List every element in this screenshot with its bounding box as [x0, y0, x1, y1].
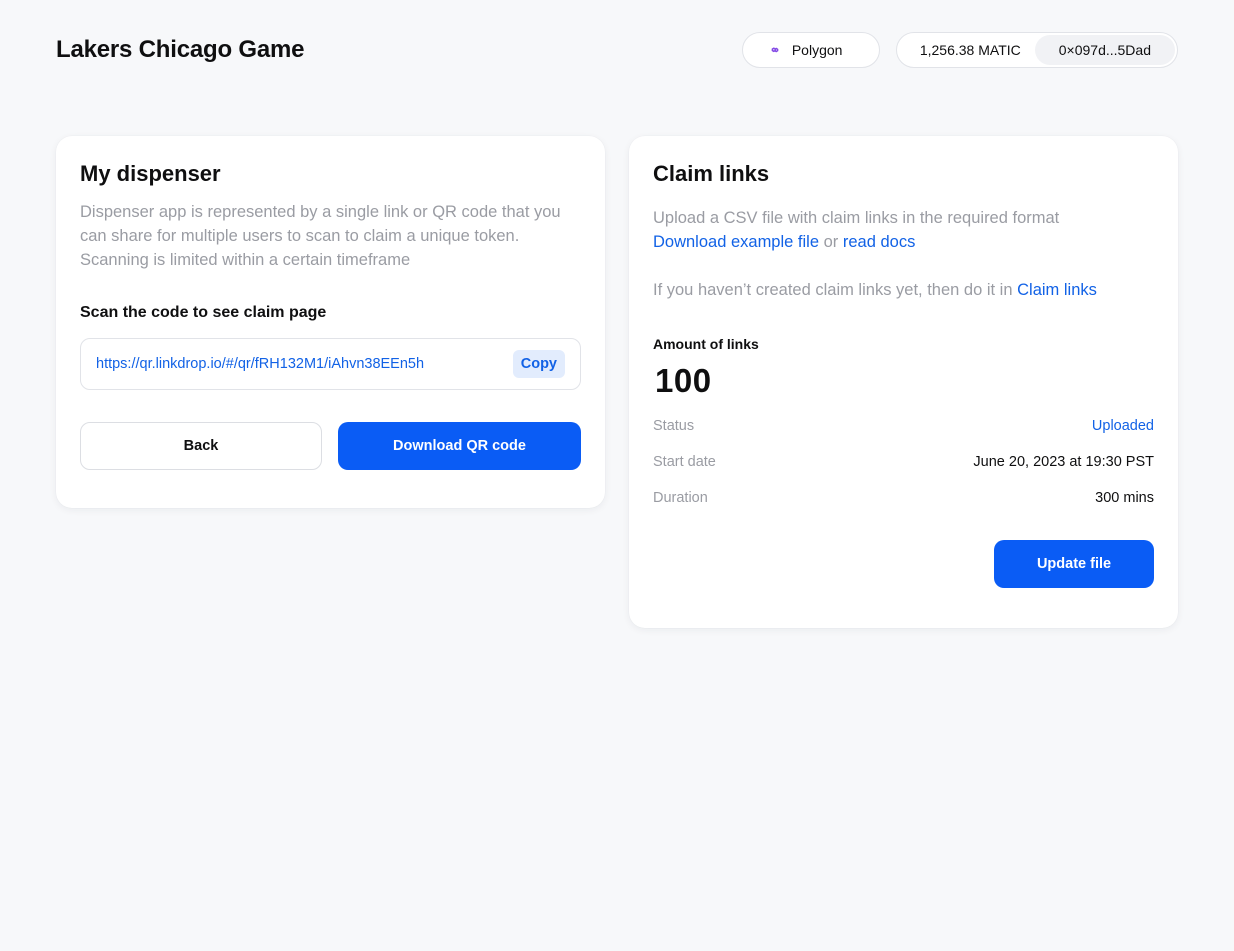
start-date-value: June 20, 2023 at 19:30 PST	[973, 454, 1154, 470]
claim-links-link[interactable]: Claim links	[1017, 281, 1097, 299]
claim-links-title: Claim links	[653, 161, 770, 186]
start-date-row: Start date June 20, 2023 at 19:30 PST	[653, 444, 1154, 480]
back-button[interactable]: Back	[80, 422, 322, 470]
upload-instructions: Upload a CSV file with claim links in th…	[653, 206, 1154, 254]
update-actions: Update file	[653, 540, 1154, 588]
upload-text: Upload a CSV file with claim links in th…	[653, 209, 1060, 227]
claim-links-card: Claim links Upload a CSV file with claim…	[629, 136, 1178, 628]
claim-details: Status Uploaded Start date June 20, 2023…	[653, 408, 1154, 516]
status-badge: Uploaded	[1091, 418, 1154, 434]
network-selector[interactable]: Polygon	[741, 32, 880, 68]
create-links-hint: If you haven’t created claim links yet, …	[653, 278, 1154, 302]
dispenser-card: My dispenser Dispenser app is represente…	[56, 136, 605, 508]
account-address[interactable]: 0×097d...5Dad	[1034, 35, 1175, 65]
dispenser-description: Dispenser app is represented by a single…	[80, 203, 561, 269]
duration-row: Duration 300 mins	[653, 480, 1154, 516]
amount-value: 100	[655, 362, 712, 399]
status-row: Status Uploaded	[653, 408, 1154, 444]
dispenser-actions: Back Download QR code	[80, 422, 581, 470]
duration-value: 300 mins	[1095, 490, 1154, 506]
account-balance: 1,256.38 MATIC	[919, 42, 1021, 58]
or-text: or	[823, 233, 839, 251]
status-label: Status	[653, 418, 695, 434]
dispenser-title: My dispenser	[80, 161, 221, 186]
read-docs-link[interactable]: read docs	[843, 233, 915, 251]
amount-label: Amount of links	[653, 336, 759, 352]
header-controls: Polygon 1,256.38 MATIC 0×097d...5Dad	[741, 32, 1178, 68]
page-header: Lakers Chicago Game Polygon 1,256.38 MAT…	[56, 32, 1178, 68]
start-date-label: Start date	[653, 454, 716, 470]
claim-link[interactable]: https://qr.linkdrop.io/#/qr/fRH132M1/iAh…	[96, 356, 424, 372]
download-qr-button[interactable]: Download QR code	[338, 422, 581, 470]
copy-button[interactable]: Copy	[512, 350, 565, 378]
account-widget[interactable]: 1,256.38 MATIC 0×097d...5Dad	[895, 32, 1178, 68]
page-title: Lakers Chicago Game	[56, 36, 305, 63]
download-example-link[interactable]: Download example file	[653, 233, 819, 251]
network-label: Polygon	[791, 42, 843, 58]
claim-link-box: https://qr.linkdrop.io/#/qr/fRH132M1/iAh…	[80, 338, 581, 390]
polygon-icon	[769, 44, 781, 56]
duration-label: Duration	[653, 490, 708, 506]
hint-text: If you haven’t created claim links yet, …	[653, 281, 1013, 299]
scan-label: Scan the code to see claim page	[80, 304, 327, 321]
update-file-button[interactable]: Update file	[994, 540, 1154, 588]
